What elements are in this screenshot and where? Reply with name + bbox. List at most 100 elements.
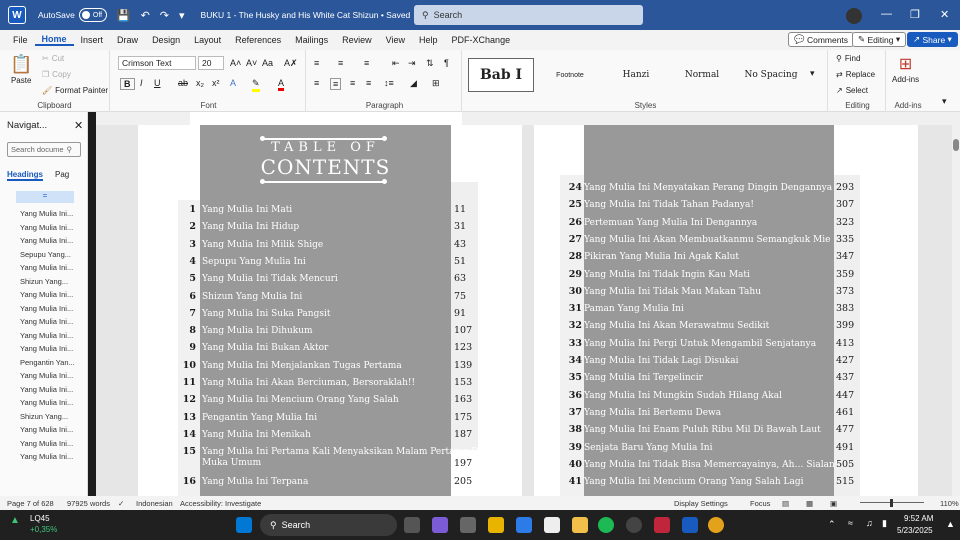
word-icon[interactable]: [682, 517, 698, 533]
clear-formatting-icon[interactable]: A✗: [284, 58, 298, 69]
tab-insert[interactable]: Insert: [74, 35, 111, 45]
replace-button[interactable]: ⇄ Replace: [836, 70, 875, 79]
change-case-icon[interactable]: Aa: [262, 58, 273, 68]
tab-design[interactable]: Design: [145, 35, 187, 45]
justify-icon[interactable]: ≡: [366, 78, 371, 88]
zoom-level[interactable]: 110%: [940, 499, 959, 508]
nav-heading-item[interactable]: Yang Mulia Ini...: [20, 290, 73, 299]
tab-layout[interactable]: Layout: [187, 35, 228, 45]
superscript-icon[interactable]: x²: [212, 78, 220, 88]
word-count[interactable]: 97925 words: [67, 499, 110, 508]
nav-heading-item[interactable]: Yang Mulia Ini...: [20, 331, 73, 340]
underline-icon[interactable]: U: [154, 78, 161, 88]
shrink-font-icon[interactable]: A˅: [246, 58, 257, 68]
file-explorer-icon[interactable]: [572, 517, 588, 533]
wifi-icon[interactable]: ≈: [848, 518, 853, 528]
share-button[interactable]: ↗ Share ▾: [907, 32, 958, 47]
increase-indent-icon[interactable]: ⇥: [408, 58, 416, 69]
editing-mode-button[interactable]: ✎ Editing ▾: [852, 32, 907, 47]
nav-heading-item[interactable]: Shizun Yang...: [20, 277, 68, 286]
paste-button[interactable]: 📋 Paste: [10, 54, 32, 85]
display-settings[interactable]: Display Settings: [674, 499, 728, 508]
close-icon[interactable]: ✕: [74, 119, 83, 132]
tab-references[interactable]: References: [228, 35, 288, 45]
vertical-scrollbar[interactable]: [952, 125, 960, 496]
style-no-spacing[interactable]: No Spacing: [736, 58, 806, 92]
nav-heading-item[interactable]: Yang Mulia Ini...: [20, 304, 73, 313]
style-normal[interactable]: Normal: [670, 58, 734, 92]
page-count[interactable]: Page 7 of 628: [7, 499, 54, 508]
nav-heading-item[interactable]: Yang Mulia Ini...: [20, 398, 73, 407]
align-right-icon[interactable]: ≡: [350, 78, 355, 88]
calendar-icon[interactable]: [544, 517, 560, 533]
print-layout-icon[interactable]: ▦: [806, 499, 813, 508]
chevron-up-icon[interactable]: ⌃: [828, 519, 836, 530]
read-mode-icon[interactable]: ▤: [782, 499, 789, 508]
italic-icon[interactable]: I: [140, 78, 143, 88]
strikethrough-icon[interactable]: ab: [178, 78, 188, 88]
battery-icon[interactable]: ▮: [882, 518, 887, 529]
web-layout-icon[interactable]: ▣: [830, 499, 837, 508]
nav-heading-item[interactable]: Yang Mulia Ini...: [20, 344, 73, 353]
pilcrow-icon[interactable]: ¶: [444, 58, 449, 68]
save-icon[interactable]: 💾: [117, 9, 131, 22]
subscript-icon[interactable]: x₂: [196, 78, 204, 88]
tab-review[interactable]: Review: [335, 35, 379, 45]
spotify-icon[interactable]: [598, 517, 614, 533]
language[interactable]: Indonesian: [136, 499, 173, 508]
style-footnote[interactable]: Footnote: [538, 58, 602, 92]
sticky-notes-icon[interactable]: [488, 517, 504, 533]
pdf-icon[interactable]: [654, 517, 670, 533]
nav-heading-item[interactable]: Yang Mulia Ini...: [20, 236, 73, 245]
nav-heading-item[interactable]: Yang Mulia Ini...: [20, 452, 73, 461]
borders-icon[interactable]: ⊞: [432, 78, 440, 89]
nav-heading-item[interactable]: Sepupu Yang...: [20, 250, 71, 259]
nav-heading-item[interactable]: Pengantin Yan...: [20, 358, 75, 367]
document-title[interactable]: BUKU 1 - The Husky and His White Cat Shi…: [201, 10, 411, 20]
decrease-indent-icon[interactable]: ⇤: [392, 58, 400, 69]
search-box[interactable]: ⚲ Search: [414, 5, 643, 25]
windows-start-icon[interactable]: [236, 517, 252, 533]
tab-file[interactable]: File: [6, 35, 35, 45]
multilevel-list-icon[interactable]: ≡: [364, 58, 369, 68]
comments-button[interactable]: 💬 Comments: [788, 32, 855, 47]
media-player-icon[interactable]: [626, 517, 642, 533]
stock-name[interactable]: LQ45: [30, 514, 50, 523]
app-icon[interactable]: [460, 517, 476, 533]
nav-heading-item[interactable]: Yang Mulia Ini...: [20, 425, 73, 434]
restore-icon[interactable]: ❐: [910, 8, 920, 21]
store-icon[interactable]: [516, 517, 532, 533]
cut-button[interactable]: ✂ Cut: [42, 54, 64, 63]
select-button[interactable]: ↗ Select: [836, 86, 868, 95]
format-painter-button[interactable]: 🖌 Format Painter: [42, 86, 108, 95]
grow-font-icon[interactable]: A˄: [230, 58, 241, 68]
clock-time[interactable]: 9:52 AM: [904, 514, 933, 523]
bullets-icon[interactable]: ≡: [314, 58, 319, 68]
proofing-icon[interactable]: ✓: [118, 499, 124, 508]
ruler[interactable]: [96, 112, 960, 125]
nav-heading-item[interactable]: Yang Mulia Ini...: [20, 439, 73, 448]
nav-heading-item[interactable]: Shizun Yang...: [20, 412, 68, 421]
numbering-icon[interactable]: ≡: [338, 58, 343, 68]
focus-mode[interactable]: Focus: [750, 499, 770, 508]
autosave-toggle[interactable]: Off: [78, 8, 107, 22]
tab-pages[interactable]: Pag: [55, 170, 69, 181]
copilot-icon[interactable]: [432, 517, 448, 533]
nav-heading-item[interactable]: Yang Mulia Ini...: [20, 263, 73, 272]
tab-headings[interactable]: Headings: [7, 170, 44, 181]
zoom-slider-thumb[interactable]: [890, 499, 893, 507]
customize-qat-icon[interactable]: ▾: [179, 9, 185, 22]
avatar[interactable]: [846, 8, 862, 24]
line-spacing-icon[interactable]: ↕≡: [384, 78, 394, 88]
close-icon[interactable]: ✕: [940, 8, 949, 21]
chrome-icon[interactable]: [708, 517, 724, 533]
nav-heading-item[interactable]: Yang Mulia Ini...: [20, 317, 73, 326]
font-color-icon[interactable]: A: [278, 78, 285, 91]
font-size-select[interactable]: 20: [198, 56, 224, 70]
nav-heading-item[interactable]: Yang Mulia Ini...: [20, 371, 73, 380]
document-canvas[interactable]: TABLE OF CONTENTS 1 Yang Mulia Ini Mati 11…: [96, 125, 952, 496]
align-left-icon[interactable]: ≡: [314, 78, 319, 88]
nav-heading-item[interactable]: Yang Mulia Ini...: [20, 223, 73, 232]
collapse-ribbon-icon[interactable]: ▾: [942, 96, 947, 107]
style-hanzi[interactable]: Hanzi: [604, 58, 668, 92]
